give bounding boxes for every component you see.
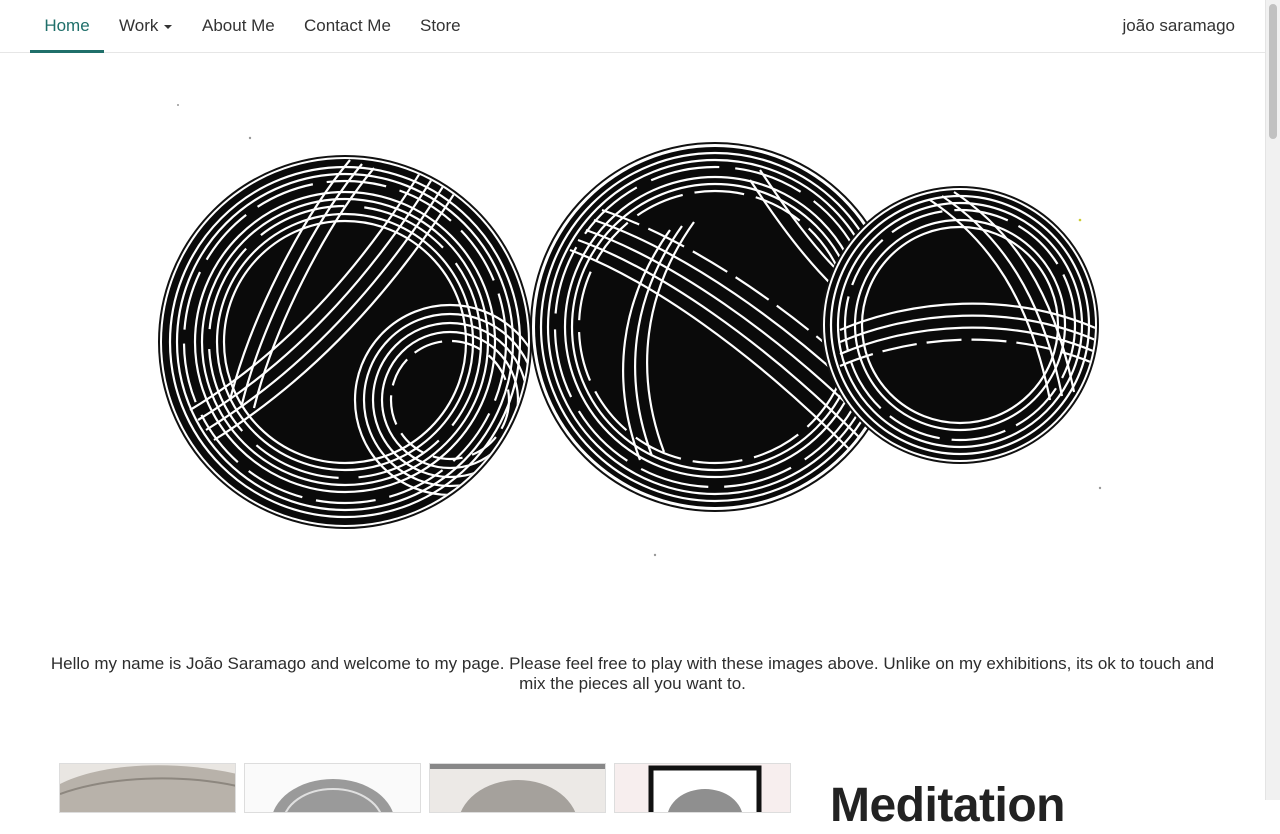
thumbnail-artwork-3: [430, 764, 605, 812]
gallery-thumbnail-4[interactable]: [614, 763, 791, 813]
artwork-circle-left[interactable]: [158, 140, 545, 529]
nav-work-dropdown[interactable]: Work: [119, 0, 173, 53]
artwork-circle-right[interactable]: [821, 186, 1100, 464]
scrollbar-thumb[interactable]: [1269, 4, 1277, 139]
thumbnail-artwork-1: [60, 765, 235, 812]
nav-about-label: About Me: [202, 16, 275, 35]
nav-home[interactable]: Home: [30, 0, 104, 53]
gallery-thumbnail-3[interactable]: [429, 763, 606, 813]
top-navbar: Home Work About Me Contact Me Store joão…: [0, 0, 1265, 53]
nav-work-label: Work: [119, 16, 159, 35]
intro-text: Hello my name is João Saramago and welco…: [50, 654, 1215, 693]
nav-about-me[interactable]: About Me: [202, 0, 275, 53]
gallery-thumbnail-1[interactable]: [59, 763, 236, 813]
nav-contact-label: Contact Me: [304, 16, 391, 35]
caret-down-icon: [164, 24, 173, 29]
nav-store-label: Store: [420, 16, 461, 35]
gallery-title: Meditation: [830, 779, 1065, 832]
thumbnail-artwork-4: [648, 765, 762, 812]
nav-store[interactable]: Store: [420, 0, 461, 53]
hero-artwork[interactable]: [150, 100, 1110, 580]
nav-contact-me[interactable]: Contact Me: [304, 0, 391, 53]
gallery-thumbnail-2[interactable]: [244, 763, 421, 813]
brand-name[interactable]: joão saramago: [1123, 0, 1235, 53]
thumbnail-artwork-2: [273, 779, 393, 812]
nav-home-label: Home: [44, 16, 90, 35]
page-scrollbar[interactable]: [1265, 0, 1280, 800]
